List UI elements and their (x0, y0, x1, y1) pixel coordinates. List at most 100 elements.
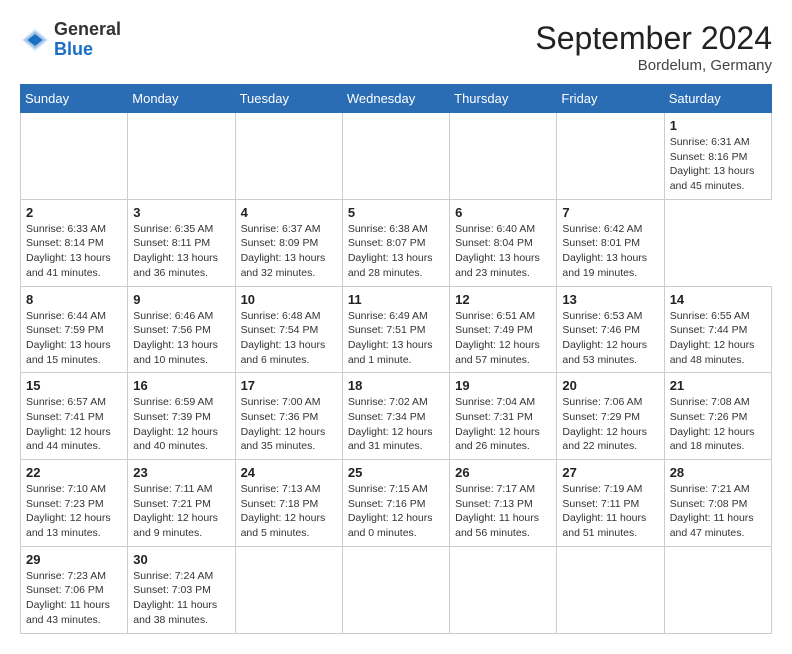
calendar-table: SundayMondayTuesdayWednesdayThursdayFrid… (20, 84, 772, 634)
day-info: Sunrise: 6:33 AMSunset: 8:14 PMDaylight:… (26, 223, 111, 279)
day-cell: 6Sunrise: 6:40 AMSunset: 8:04 PMDaylight… (450, 199, 557, 286)
day-cell: 29 Sunrise: 7:23 AMSunset: 7:06 PMDayligh… (21, 546, 128, 633)
day-number: 4 (241, 205, 337, 220)
page-header: General Blue September 2024 Bordelum, Ge… (20, 20, 772, 74)
day-number: 11 (348, 292, 444, 307)
empty-cell (450, 546, 557, 633)
calendar-row: 22 Sunrise: 7:10 AMSunset: 7:23 PMDayligh… (21, 460, 772, 547)
day-header-friday: Friday (557, 85, 664, 113)
day-cell: 27Sunrise: 7:19 AMSunset: 7:11 PMDayligh… (557, 460, 664, 547)
day-number: 16 (133, 378, 229, 393)
day-number: 26 (455, 465, 551, 480)
day-number: 22 (26, 465, 122, 480)
day-number: 13 (562, 292, 658, 307)
day-info: Sunrise: 7:11 AMSunset: 7:21 PMDaylight:… (133, 483, 218, 539)
day-cell: 1Sunrise: 6:31 AMSunset: 8:16 PMDaylight… (664, 113, 771, 200)
day-info: Sunrise: 7:02 AMSunset: 7:34 PMDaylight:… (348, 396, 433, 452)
day-info: Sunrise: 7:10 AMSunset: 7:23 PMDaylight:… (26, 483, 111, 539)
empty-cell (342, 546, 449, 633)
empty-cell (235, 113, 342, 200)
day-cell: 21Sunrise: 7:08 AMSunset: 7:26 PMDayligh… (664, 373, 771, 460)
title-block: September 2024 Bordelum, Germany (535, 20, 772, 74)
day-number: 1 (670, 118, 766, 133)
day-info: Sunrise: 7:06 AMSunset: 7:29 PMDaylight:… (562, 396, 647, 452)
day-cell: 13 Sunrise: 6:53 AMSunset: 7:46 PMDayligh… (557, 286, 664, 373)
day-cell: 9 Sunrise: 6:46 AMSunset: 7:56 PMDaylight… (128, 286, 235, 373)
day-cell: 10Sunrise: 6:48 AMSunset: 7:54 PMDayligh… (235, 286, 342, 373)
day-info: Sunrise: 6:46 AMSunset: 7:56 PMDaylight:… (133, 310, 218, 366)
day-info: Sunrise: 7:19 AMSunset: 7:11 PMDaylight:… (562, 483, 646, 539)
day-number: 29 (26, 552, 122, 567)
empty-cell (128, 113, 235, 200)
day-info: Sunrise: 6:44 AMSunset: 7:59 PMDaylight:… (26, 310, 111, 366)
day-cell: 5 Sunrise: 6:38 AMSunset: 8:07 PMDaylight… (342, 199, 449, 286)
day-number: 30 (133, 552, 229, 567)
day-cell: 15Sunrise: 6:57 AMSunset: 7:41 PMDayligh… (21, 373, 128, 460)
day-cell: 14Sunrise: 6:55 AMSunset: 7:44 PMDayligh… (664, 286, 771, 373)
day-number: 25 (348, 465, 444, 480)
day-info: Sunrise: 6:59 AMSunset: 7:39 PMDaylight:… (133, 396, 218, 452)
logo-text: General Blue (54, 20, 121, 60)
calendar-row: 2Sunrise: 6:33 AMSunset: 8:14 PMDaylight… (21, 199, 772, 286)
day-info: Sunrise: 7:00 AMSunset: 7:36 PMDaylight:… (241, 396, 326, 452)
month-year: September 2024 (535, 20, 772, 57)
day-cell: 20 Sunrise: 7:06 AMSunset: 7:29 PMDayligh… (557, 373, 664, 460)
empty-cell (557, 546, 664, 633)
day-cell: 11Sunrise: 6:49 AMSunset: 7:51 PMDayligh… (342, 286, 449, 373)
day-number: 23 (133, 465, 229, 480)
empty-cell (342, 113, 449, 200)
day-info: Sunrise: 6:35 AMSunset: 8:11 PMDaylight:… (133, 223, 218, 279)
day-cell: 26 Sunrise: 7:17 AMSunset: 7:13 PMDayligh… (450, 460, 557, 547)
day-header-wednesday: Wednesday (342, 85, 449, 113)
day-number: 12 (455, 292, 551, 307)
day-header-tuesday: Tuesday (235, 85, 342, 113)
day-number: 19 (455, 378, 551, 393)
day-info: Sunrise: 6:55 AMSunset: 7:44 PMDaylight:… (670, 310, 755, 366)
day-number: 20 (562, 378, 658, 393)
day-cell: 8Sunrise: 6:44 AMSunset: 7:59 PMDaylight… (21, 286, 128, 373)
empty-cell (235, 546, 342, 633)
day-number: 5 (348, 205, 444, 220)
day-number: 9 (133, 292, 229, 307)
day-number: 6 (455, 205, 551, 220)
day-cell: 4 Sunrise: 6:37 AMSunset: 8:09 PMDaylight… (235, 199, 342, 286)
calendar-row: 1Sunrise: 6:31 AMSunset: 8:16 PMDaylight… (21, 113, 772, 200)
day-cell: 25 Sunrise: 7:15 AMSunset: 7:16 PMDayligh… (342, 460, 449, 547)
day-number: 24 (241, 465, 337, 480)
day-cell: 24Sunrise: 7:13 AMSunset: 7:18 PMDayligh… (235, 460, 342, 547)
logo-icon (20, 25, 50, 55)
day-info: Sunrise: 7:15 AMSunset: 7:16 PMDaylight:… (348, 483, 433, 539)
day-info: Sunrise: 6:37 AMSunset: 8:09 PMDaylight:… (241, 223, 326, 279)
day-info: Sunrise: 6:48 AMSunset: 7:54 PMDaylight:… (241, 310, 326, 366)
day-number: 21 (670, 378, 766, 393)
day-info: Sunrise: 7:24 AMSunset: 7:03 PMDaylight:… (133, 570, 217, 626)
day-number: 15 (26, 378, 122, 393)
day-header-monday: Monday (128, 85, 235, 113)
calendar-row: 29 Sunrise: 7:23 AMSunset: 7:06 PMDayligh… (21, 546, 772, 633)
day-cell: 19 Sunrise: 7:04 AMSunset: 7:31 PMDayligh… (450, 373, 557, 460)
day-number: 18 (348, 378, 444, 393)
empty-cell (664, 546, 771, 633)
day-cell: 30 Sunrise: 7:24 AMSunset: 7:03 PMDayligh… (128, 546, 235, 633)
day-number: 7 (562, 205, 658, 220)
logo: General Blue (20, 20, 121, 60)
empty-cell (450, 113, 557, 200)
day-number: 28 (670, 465, 766, 480)
day-cell: 18 Sunrise: 7:02 AMSunset: 7:34 PMDayligh… (342, 373, 449, 460)
day-header-saturday: Saturday (664, 85, 771, 113)
empty-cell (21, 113, 128, 200)
day-header-thursday: Thursday (450, 85, 557, 113)
day-info: Sunrise: 6:38 AMSunset: 8:07 PMDaylight:… (348, 223, 433, 279)
day-info: Sunrise: 7:23 AMSunset: 7:06 PMDaylight:… (26, 570, 110, 626)
day-info: Sunrise: 7:17 AMSunset: 7:13 PMDaylight:… (455, 483, 539, 539)
day-info: Sunrise: 6:51 AMSunset: 7:49 PMDaylight:… (455, 310, 540, 366)
day-number: 3 (133, 205, 229, 220)
day-info: Sunrise: 6:53 AMSunset: 7:46 PMDaylight:… (562, 310, 647, 366)
empty-cell (557, 113, 664, 200)
day-info: Sunrise: 7:04 AMSunset: 7:31 PMDaylight:… (455, 396, 540, 452)
day-cell: 7Sunrise: 6:42 AMSunset: 8:01 PMDaylight… (557, 199, 664, 286)
day-info: Sunrise: 7:21 AMSunset: 7:08 PMDaylight:… (670, 483, 754, 539)
calendar-header-row: SundayMondayTuesdayWednesdayThursdayFrid… (21, 85, 772, 113)
location: Bordelum, Germany (535, 57, 772, 74)
day-cell: 28 Sunrise: 7:21 AMSunset: 7:08 PMDayligh… (664, 460, 771, 547)
